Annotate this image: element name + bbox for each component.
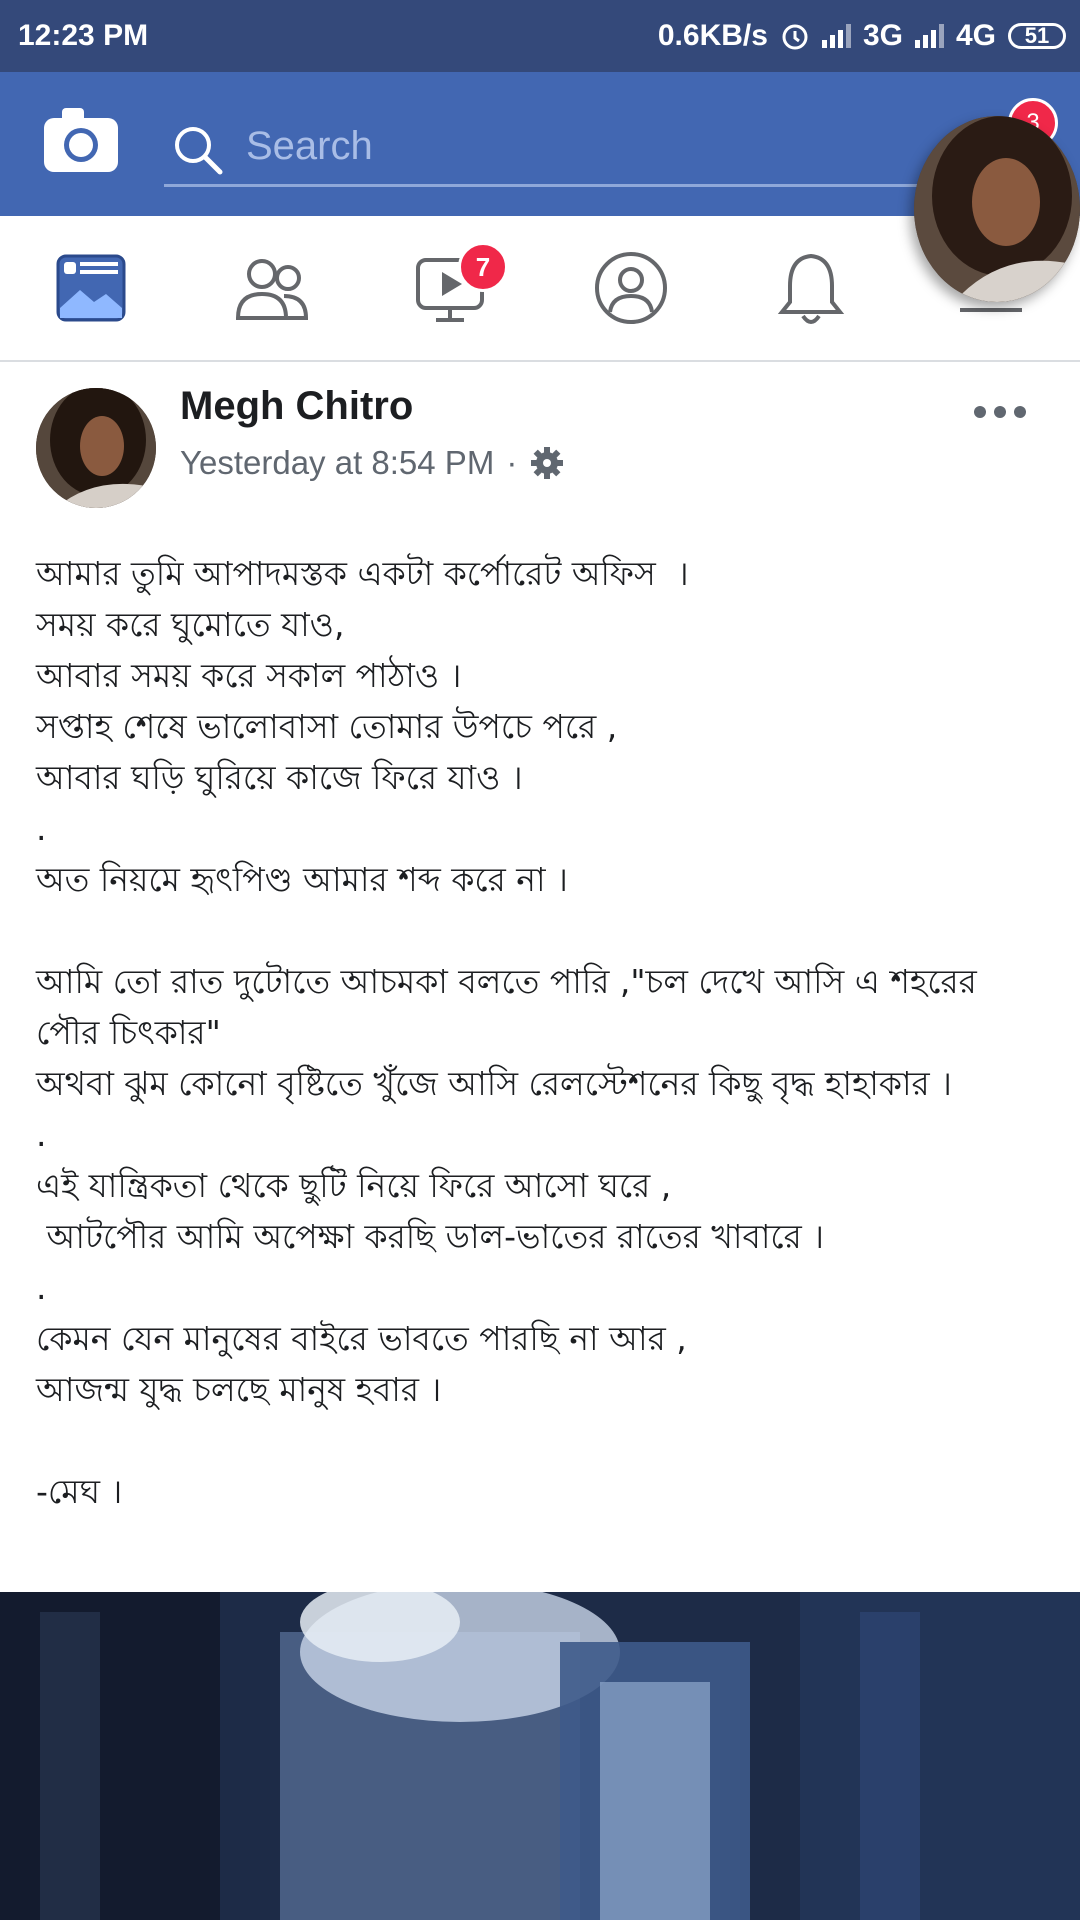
status-indicators: 0.6KB/s 3G 4G 51	[658, 19, 1080, 53]
author-avatar[interactable]	[36, 388, 156, 508]
more-icon	[974, 406, 1026, 418]
post-photo-image	[0, 1592, 1080, 1920]
post-meta: Yesterday at 8:54 PM ·	[180, 444, 565, 482]
gear-icon	[531, 447, 564, 479]
tab-profile[interactable]	[586, 246, 676, 330]
network-type-1: 3G	[862, 19, 903, 52]
tab-friends[interactable]	[226, 246, 316, 330]
network-speed: 0.6KB/s	[657, 19, 768, 52]
alarm-icon	[782, 24, 808, 50]
signal-icon	[914, 24, 944, 48]
search-icon	[175, 127, 223, 175]
bell-icon	[777, 253, 845, 324]
signal-icon	[821, 24, 851, 48]
meta-separator: ·	[506, 444, 518, 481]
status-bar: 12:23 PM 0.6KB/s 3G 4G 51	[0, 0, 1080, 72]
friends-icon	[235, 259, 309, 320]
search-placeholder: Search	[246, 124, 373, 168]
chat-head-photo	[914, 116, 1080, 302]
author-name[interactable]: Megh Chitro	[180, 384, 413, 429]
tab-notifications[interactable]	[766, 246, 856, 330]
avatar-photo	[36, 388, 156, 508]
profile-icon	[595, 252, 667, 324]
battery-icon: 51	[1008, 23, 1066, 49]
post-photo[interactable]	[0, 1592, 1080, 1920]
post-timestamp[interactable]: Yesterday at 8:54 PM	[180, 444, 494, 482]
post-options-button[interactable]	[972, 400, 1028, 429]
post-text: আমার তুমি আপাদমস্তক একটা কর্পোরেট অফিস ।…	[36, 554, 977, 1511]
network-type-2: 4G	[955, 19, 996, 52]
chat-head-avatar[interactable]	[914, 116, 1080, 302]
status-time: 12:23 PM	[18, 19, 149, 52]
camera-button[interactable]	[44, 108, 118, 172]
search-input[interactable]: Search	[164, 112, 924, 187]
post-card: Megh Chitro Yesterday at 8:54 PM · আমার …	[0, 362, 1080, 1592]
camera-icon	[44, 108, 118, 172]
news-feed-icon	[56, 254, 126, 322]
tab-news-feed[interactable]	[46, 246, 136, 330]
watch-badge: 7	[458, 242, 508, 292]
